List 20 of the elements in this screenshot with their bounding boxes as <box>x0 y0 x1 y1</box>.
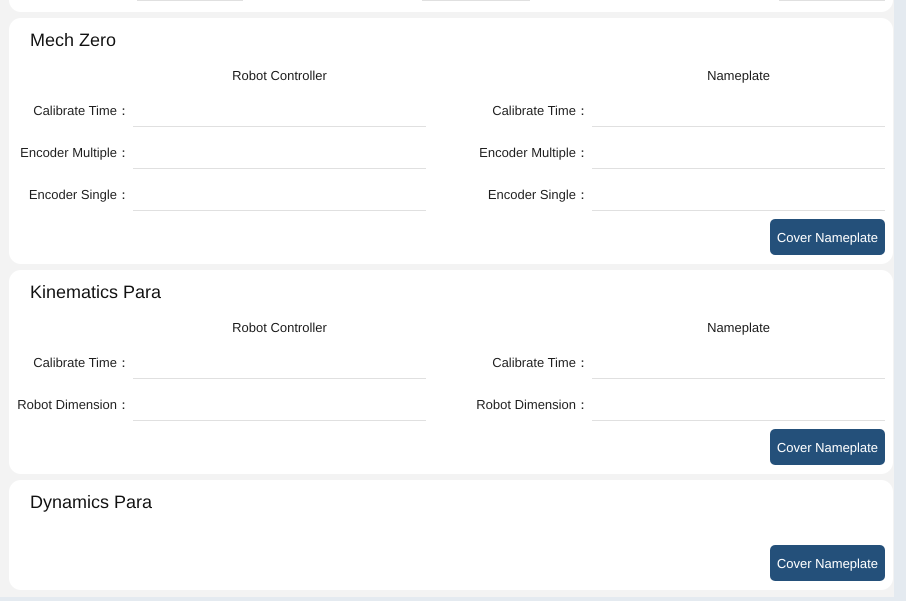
field-label: Robot Dimension： <box>17 396 130 414</box>
card-title: Mech Zero <box>30 29 116 52</box>
field-label: Encoder Single： <box>488 186 589 204</box>
field-label: Calibrate Time： <box>33 354 130 372</box>
section-heading: Nameplate <box>707 68 770 82</box>
section-heading: Robot Controller <box>232 68 327 82</box>
card-title: Kinematics Para <box>30 281 162 304</box>
cover-nameplate-button[interactable]: Cover Nameplate <box>770 219 885 255</box>
section-heading: Robot Controller <box>232 320 327 334</box>
field-label: Encoder Multiple： <box>20 144 130 162</box>
cover-nameplate-button[interactable]: Cover Nameplate <box>770 545 885 581</box>
field-label: Encoder Multiple： <box>479 144 589 162</box>
field-label: Calibrate Time： <box>33 102 130 120</box>
field-label: Robot Dimension： <box>476 396 589 414</box>
card-title: Dynamics Para <box>30 491 152 514</box>
field-label: Encoder Single： <box>28 186 130 204</box>
field-label: Calibrate Time： <box>492 354 589 372</box>
cover-nameplate-button[interactable]: Cover Nameplate <box>770 429 885 465</box>
section-heading: Nameplate <box>707 320 770 334</box>
field-label: Calibrate Time： <box>492 102 589 120</box>
